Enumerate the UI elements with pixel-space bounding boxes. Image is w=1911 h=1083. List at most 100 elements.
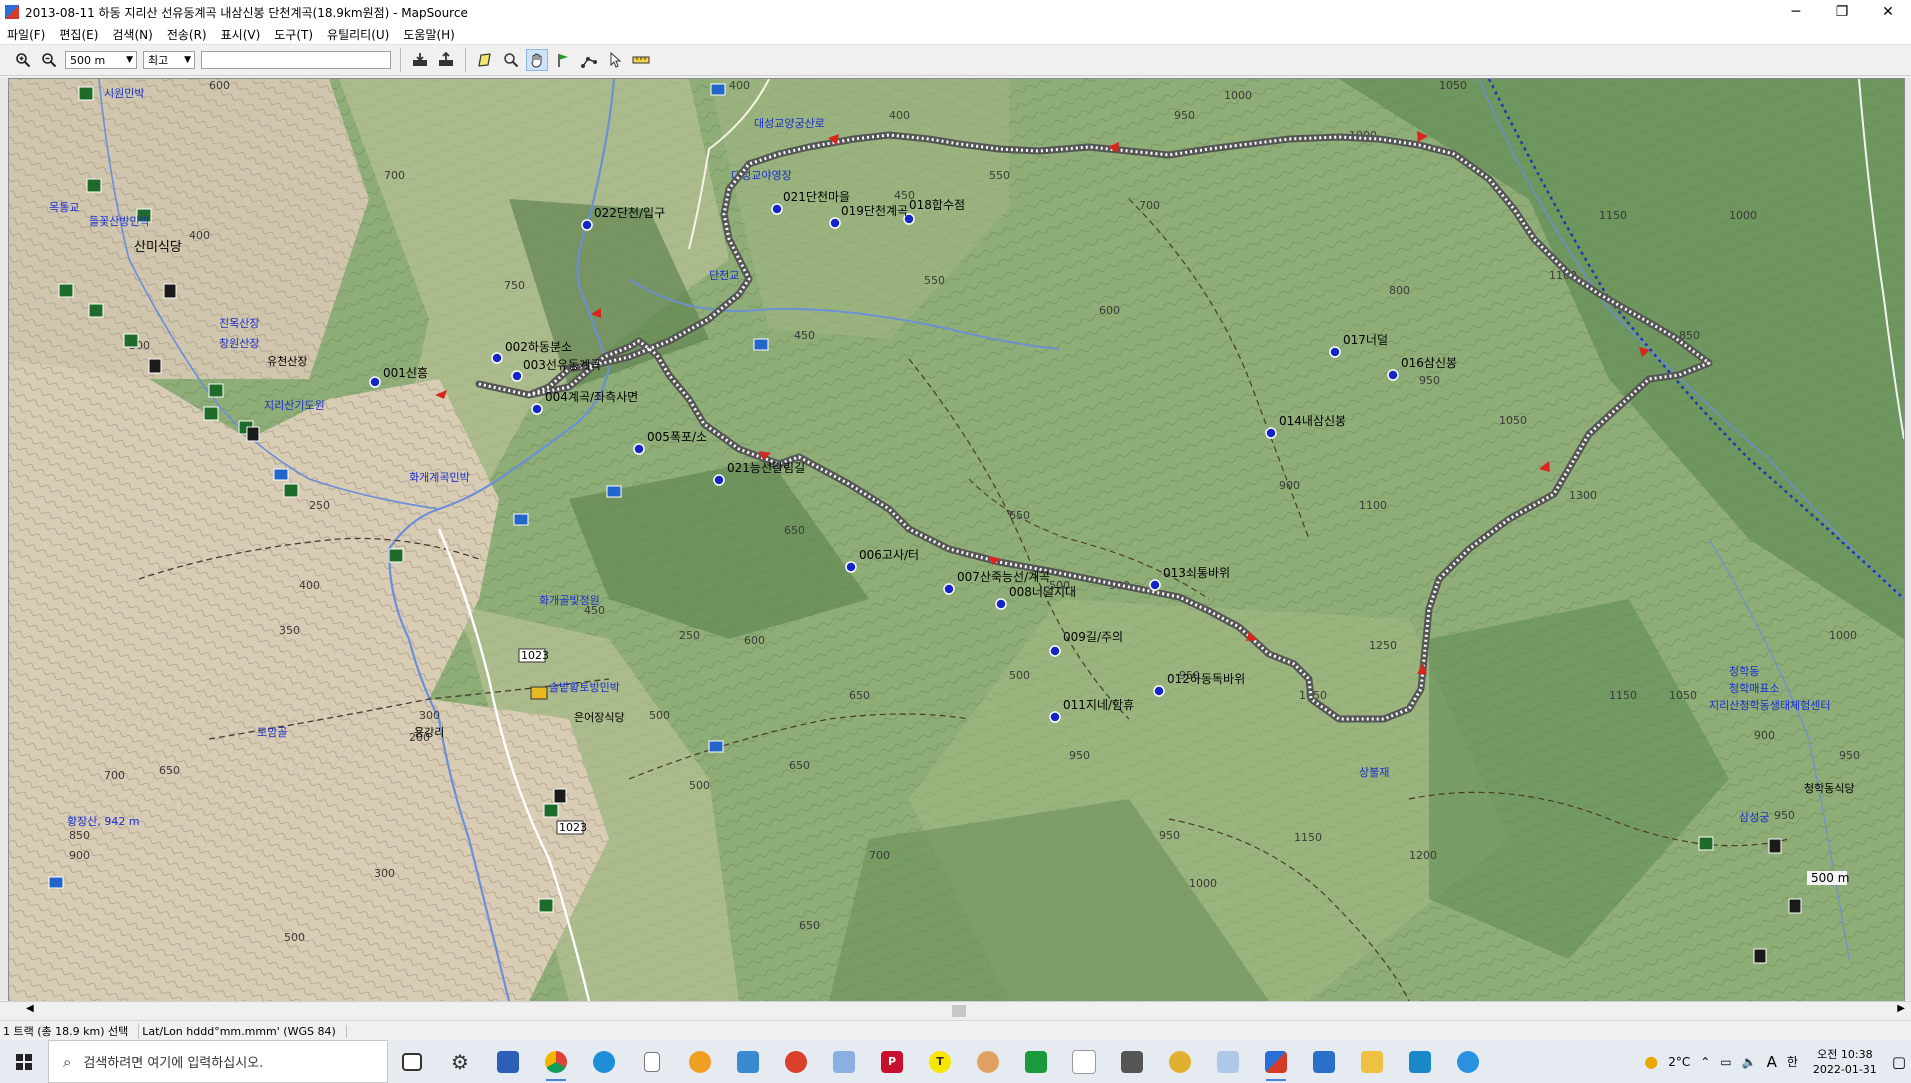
zoom-tool-icon[interactable]	[500, 49, 522, 71]
waypoint-marker[interactable]	[995, 598, 1007, 610]
network-icon[interactable]: ▭	[1715, 1055, 1736, 1069]
weather-temperature[interactable]: 2°C	[1663, 1055, 1695, 1069]
close-button[interactable]: ✕	[1865, 0, 1911, 24]
menu-transfer[interactable]: 전송(R)	[160, 26, 214, 43]
app-icon[interactable]	[676, 1040, 724, 1083]
waypoint-label-016[interactable]: 016삼신봉	[1401, 356, 1457, 370]
app-icon[interactable]	[1012, 1040, 1060, 1083]
app-icon[interactable]	[1300, 1040, 1348, 1083]
menu-view[interactable]: 표시(V)	[214, 26, 268, 43]
waypoint-marker[interactable]	[581, 219, 593, 231]
waypoint-marker[interactable]	[511, 370, 523, 382]
map-view[interactable]: 600 400 400 450 550 700 750 1000 950 100…	[8, 78, 1905, 1002]
waypoint-marker[interactable]	[1149, 579, 1161, 591]
taskbar-search-box[interactable]: ⌕ 검색하려면 여기에 입력하십시오.	[48, 1040, 388, 1083]
hand-tool-icon[interactable]	[526, 49, 548, 71]
waypoint-marker[interactable]	[943, 583, 955, 595]
map-scale-select[interactable]: 500 m ▼	[65, 51, 137, 69]
waypoint-marker[interactable]	[771, 203, 783, 215]
calculator-icon[interactable]	[1108, 1040, 1156, 1083]
map-detail-select[interactable]: 최고 ▼	[143, 51, 195, 69]
minimize-button[interactable]: ─	[1773, 0, 1819, 24]
distance-tool-icon[interactable]	[630, 49, 652, 71]
store-icon[interactable]	[484, 1040, 532, 1083]
settings-icon[interactable]: ⚙	[436, 1040, 484, 1083]
waypoint-label-017[interactable]: 017너덜	[1343, 333, 1388, 347]
waypoint-marker[interactable]	[845, 561, 857, 573]
product-select[interactable]	[201, 51, 391, 69]
waypoint-marker[interactable]	[1153, 685, 1165, 697]
menu-help[interactable]: 도움말(H)	[396, 26, 462, 43]
scrollbar-thumb[interactable]	[952, 1005, 966, 1017]
waypoint-marker[interactable]	[491, 352, 503, 364]
waypoint-label-022[interactable]: 022단천/입구	[594, 205, 665, 220]
topographic-map[interactable]: 600 400 400 450 550 700 750 1000 950 100…	[9, 79, 1904, 1001]
app-icon[interactable]	[1396, 1040, 1444, 1083]
weather-icon[interactable]: ●	[1639, 1052, 1663, 1071]
ime-mode[interactable]: 한	[1782, 1053, 1803, 1070]
waypoint-label-007[interactable]: 007산죽능선/계곡	[957, 570, 1050, 584]
waypoint-label-013[interactable]: 013쇠통바위	[1163, 566, 1230, 580]
waypoint-marker[interactable]	[713, 474, 725, 486]
zoom-out-icon[interactable]	[38, 49, 60, 71]
scroll-left-icon[interactable]: ◀	[26, 1003, 34, 1014]
waypoint-label-018[interactable]: 018합수점	[909, 198, 965, 212]
zoom-in-icon[interactable]	[12, 49, 34, 71]
waypoint-marker[interactable]	[369, 376, 381, 388]
waypoint-label-003[interactable]: 003선유동계곡	[523, 358, 601, 372]
menu-utilities[interactable]: 유틸리티(U)	[320, 26, 396, 43]
selection-tool-icon[interactable]	[604, 49, 626, 71]
task-view-icon[interactable]	[388, 1040, 436, 1083]
app-icon[interactable]	[1060, 1040, 1108, 1083]
waypoint-label-006[interactable]: 006고사/터	[859, 548, 919, 562]
notification-icon[interactable]: ▢	[1887, 1053, 1911, 1071]
waypoint-marker[interactable]	[829, 217, 841, 229]
app-icon[interactable]	[1204, 1040, 1252, 1083]
volume-icon[interactable]: 🔈	[1737, 1055, 1762, 1069]
left-panel-collapsed[interactable]	[0, 78, 8, 1000]
waypoint-label-004[interactable]: 004계곡/좌측사면	[545, 390, 638, 404]
waypoint-label-011[interactable]: 011지네/함휴	[1063, 698, 1134, 712]
app-icon[interactable]: P	[868, 1040, 916, 1083]
scroll-right-icon[interactable]: ▶	[1897, 1003, 1905, 1014]
app-icon[interactable]	[724, 1040, 772, 1083]
chrome-icon[interactable]	[532, 1040, 580, 1083]
start-button[interactable]	[0, 1040, 48, 1083]
menu-file[interactable]: 파일(F)	[0, 26, 52, 43]
app-icon[interactable]	[772, 1040, 820, 1083]
waypoint-label-019[interactable]: 019단천계곡	[841, 203, 908, 218]
waypoint-label-014[interactable]: 014내삼신봉	[1279, 414, 1346, 428]
waypoint-tool-icon[interactable]	[552, 49, 574, 71]
waypoint-marker[interactable]	[1387, 369, 1399, 381]
route-tool-icon[interactable]	[578, 49, 600, 71]
send-to-device-icon[interactable]	[435, 49, 457, 71]
notepad-icon[interactable]	[628, 1040, 676, 1083]
waypoint-label-012[interactable]: 012하동독바위	[1167, 672, 1245, 686]
horizontal-scrollbar[interactable]: ◀ ▶	[0, 1001, 1911, 1020]
app-icon[interactable]	[964, 1040, 1012, 1083]
waypoint-label-021-ridge[interactable]: 021능선갈림길	[727, 461, 805, 475]
menu-tools[interactable]: 도구(T)	[267, 26, 320, 43]
waypoint-label-001[interactable]: 001신흥	[383, 366, 428, 380]
clock[interactable]: 오전 10:38 2022-01-31	[1803, 1047, 1887, 1077]
internet-explorer-icon[interactable]	[1444, 1040, 1492, 1083]
waypoint-marker[interactable]	[531, 403, 543, 415]
waypoint-marker[interactable]	[1329, 346, 1341, 358]
app-icon[interactable]	[820, 1040, 868, 1083]
waypoint-label-005[interactable]: 005폭포/소	[647, 430, 707, 444]
map-select-icon[interactable]	[474, 49, 496, 71]
kakaotalk-icon[interactable]: T	[916, 1040, 964, 1083]
waypoint-label-021-danchen[interactable]: 021단천마을	[783, 189, 850, 204]
ime-language[interactable]: A	[1762, 1053, 1782, 1071]
mapsource-taskbar-icon[interactable]	[1252, 1040, 1300, 1083]
file-explorer-icon[interactable]	[1348, 1040, 1396, 1083]
edge-icon[interactable]	[580, 1040, 628, 1083]
menu-search[interactable]: 검색(N)	[105, 26, 159, 43]
waypoint-label-002[interactable]: 002하동분소	[505, 340, 572, 354]
restore-button[interactable]: ❐	[1819, 0, 1865, 24]
receive-from-device-icon[interactable]	[409, 49, 431, 71]
waypoint-marker[interactable]	[1049, 645, 1061, 657]
waypoint-marker[interactable]	[1265, 427, 1277, 439]
waypoint-label-008[interactable]: 008너덜지대	[1009, 585, 1076, 599]
waypoint-marker[interactable]	[1049, 711, 1061, 723]
